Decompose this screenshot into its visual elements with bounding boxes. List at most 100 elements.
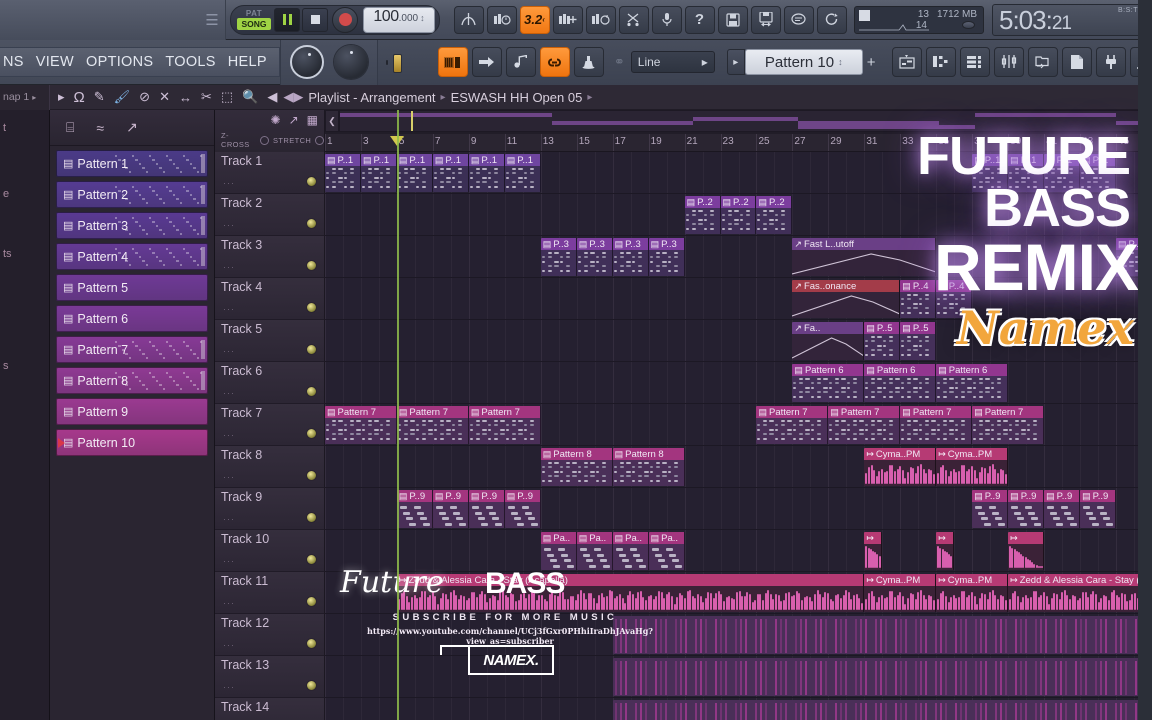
track-enable-led[interactable] [306, 512, 317, 523]
track-lane-12[interactable] [325, 614, 1152, 656]
pattern-clip[interactable]: ▤ P..1 [504, 154, 541, 192]
track-enable-led[interactable] [306, 302, 317, 313]
pattern-clip[interactable]: ▤ P..1 [360, 154, 397, 192]
pattern-list-item-2[interactable]: ▤ Pattern 2 [56, 181, 208, 208]
pattern-clip[interactable] [612, 616, 1152, 654]
menu-item-help[interactable]: HELP [222, 54, 273, 70]
pattern-clip[interactable]: ▤ Pattern 6 [936, 364, 1009, 402]
browser-item-1[interactable]: e [0, 186, 49, 202]
zcross-knob[interactable] [260, 135, 270, 145]
track-header-4[interactable]: Track 4 ··· [215, 278, 325, 320]
track-lane-9[interactable]: ▤ P..9 ▤ P..9 ▤ P..9 ▤ P..9 ▤ P..9 ▤ P..9 ▤ P..9 ▤ P..9 [325, 488, 1152, 530]
breadcrumb-clip[interactable]: ESWASH HH Open 05 [451, 90, 583, 105]
pattern-prev-button[interactable]: ▸ [726, 49, 745, 75]
cut-icon[interactable] [618, 5, 649, 34]
playback-tool-icon[interactable]: ◀ [267, 89, 277, 105]
track-enable-led[interactable] [306, 344, 317, 355]
pattern-clip[interactable]: ▤ P..9 [1080, 490, 1117, 528]
pattern-clip[interactable]: ▤ P..1 [325, 154, 361, 192]
automation-clip-icon[interactable]: ↗ [289, 113, 299, 127]
track-lane-11[interactable]: ↦ Zedd & Alessia Cara - Stay (Acapella) ↦ C… [325, 572, 1152, 614]
pattern-clip[interactable]: ▤ P..4 [900, 280, 937, 318]
pattern-clip[interactable]: ▤ Pattern 8 [540, 448, 613, 486]
pattern-list-item-1[interactable]: ▤ Pattern 1 [56, 150, 208, 177]
pattern-add-button[interactable]: + [867, 54, 876, 71]
wait-for-input-icon[interactable]: 3.2 ‹ [519, 5, 550, 34]
pattern-clip[interactable]: ▤ Pattern 6 [864, 364, 937, 402]
trash-icon[interactable]: ☰ [199, 0, 225, 40]
track-lane-7[interactable]: ▤ Pattern 7 ▤ Pattern 7 ▤ Pattern 7 ▤ Pattern 7… [325, 404, 1152, 446]
shuffle-slider[interactable] [385, 53, 402, 73]
audio-clip[interactable]: ↦ Zedd & Alessia Cara - Stay (Ac [1008, 574, 1152, 612]
track-header-5[interactable]: Track 5 ··· [215, 320, 325, 362]
pattern-clip[interactable]: ▤ P..3 [576, 238, 613, 276]
pattern-clip[interactable]: ▤ P..9 [1008, 490, 1045, 528]
track-lane-2[interactable]: ▤ P..2 ▤ P..2 ▤ P..2 [325, 194, 1152, 236]
pattern-list-item-8[interactable]: ▤ Pattern 8 [56, 367, 208, 394]
audio-clip[interactable]: ↦ Cyma..PM [864, 448, 937, 486]
arrow-button[interactable] [471, 47, 502, 77]
snap-mode-select[interactable]: Line ▸ [630, 51, 715, 73]
help-icon[interactable]: ? [684, 5, 715, 34]
pattern-clip[interactable] [612, 658, 1152, 696]
pattern-clip[interactable]: ▤ Pa.. [612, 532, 649, 570]
audio-clip[interactable]: ↦ [864, 532, 883, 570]
breadcrumb-playlist[interactable]: Playlist - Arrangement [308, 90, 435, 105]
pattern-list-item-9[interactable]: ▤ Pattern 9 [56, 398, 208, 425]
refresh-icon[interactable] [816, 5, 847, 34]
pattern-clip[interactable]: ▤ Pa.. [576, 532, 613, 570]
tempo-spinner-icon[interactable]: ↕ [420, 13, 425, 23]
pattern-clip[interactable]: ▤ P..1 [1044, 154, 1081, 192]
browser-panel[interactable]: t e ts s [0, 110, 50, 720]
delete-tool-icon[interactable]: ⊘ [139, 89, 150, 105]
pattern-list-item-6[interactable]: ▤ Pattern 6 [56, 305, 208, 332]
pattern-clip[interactable]: ▤ P..2 [756, 196, 793, 234]
automation-clip[interactable]: ↗ Fas..onance [792, 280, 901, 318]
timeline-ruler[interactable]: 1 3 5 7 9 11 13 15 17 19 21 23 25 27 29 31 33 35 37 39 41 43 4… [325, 134, 1152, 152]
track-header-13[interactable]: Track 13 ··· [215, 656, 325, 698]
automation-clip-icon[interactable]: ↗ [126, 119, 138, 136]
step-sequencer-window-button[interactable] [925, 47, 956, 77]
audio-clip[interactable]: ↦ [936, 532, 955, 570]
track-enable-led[interactable] [306, 428, 317, 439]
audio-clip[interactable]: ↦ Cyma..PM [936, 448, 1009, 486]
track-enable-led[interactable] [306, 176, 317, 187]
audio-clip[interactable]: ↦ [1008, 532, 1045, 570]
pattern-clip[interactable]: ▤ Pattern 7 [468, 406, 541, 444]
track-header-2[interactable]: Track 2 ··· [215, 194, 325, 236]
track-header-7[interactable]: Track 7 ··· [215, 404, 325, 446]
pattern-clip[interactable]: ▤ P..5 [900, 322, 937, 360]
pattern-selector[interactable]: Pattern 10 ↕ [744, 49, 863, 75]
pattern-clip[interactable]: ▤ P..1 [432, 154, 469, 192]
snap-indicator[interactable]: nap 1 ▸ [0, 84, 50, 110]
comment-icon[interactable] [783, 5, 814, 34]
master-volume-knob[interactable] [289, 45, 324, 79]
pattern-clip[interactable]: ▤ Pattern 7 [396, 406, 469, 444]
pattern-spinner-icon[interactable]: ↕ [838, 57, 843, 67]
count-in-icon[interactable] [552, 5, 583, 34]
pattern-clip[interactable]: ▤ P..9 [396, 490, 433, 528]
mute-tool-icon[interactable]: ✕ [159, 89, 170, 105]
pattern-list-item-4[interactable]: ▤ Pattern 4 [56, 243, 208, 270]
channel-rack-button[interactable] [959, 47, 990, 77]
main-menu[interactable]: NS VIEW OPTIONS TOOLS HELP [0, 47, 280, 77]
step-sequencer-button[interactable] [437, 47, 468, 77]
pattern-list-item-10[interactable]: ▤ Pattern 10 [56, 429, 208, 456]
track-header-9[interactable]: Track 9 ··· [215, 488, 325, 530]
save-icon[interactable] [717, 5, 748, 34]
tempo-field[interactable]: 100 .000 ↕ [363, 6, 435, 33]
record-button[interactable] [332, 6, 358, 33]
master-pitch-knob[interactable] [333, 45, 368, 79]
pattern-clip[interactable] [612, 700, 1152, 720]
pattern-clip[interactable]: ▤ Pattern 8 [612, 448, 685, 486]
microphone-icon[interactable] [651, 5, 682, 34]
track-lane-8[interactable]: ▤ Pattern 8 ▤ Pattern 8 ↦ Cyma..PM ↦ Cyma..PM [325, 446, 1152, 488]
pattern-clip[interactable]: ▤ P..1 [468, 154, 505, 192]
pattern-clip[interactable]: ▤ Pa.. [540, 532, 577, 570]
pattern-song-toggle[interactable]: PAT SONG [235, 9, 273, 30]
pattern-clip[interactable]: ▤ Pa.. [648, 532, 685, 570]
pattern-clip[interactable]: ▤ P..5 [864, 322, 901, 360]
overview-scroll-left-button[interactable]: ❮ [325, 110, 339, 132]
browser-item-2[interactable]: ts [0, 246, 49, 262]
piano-roll-button[interactable] [505, 47, 536, 77]
